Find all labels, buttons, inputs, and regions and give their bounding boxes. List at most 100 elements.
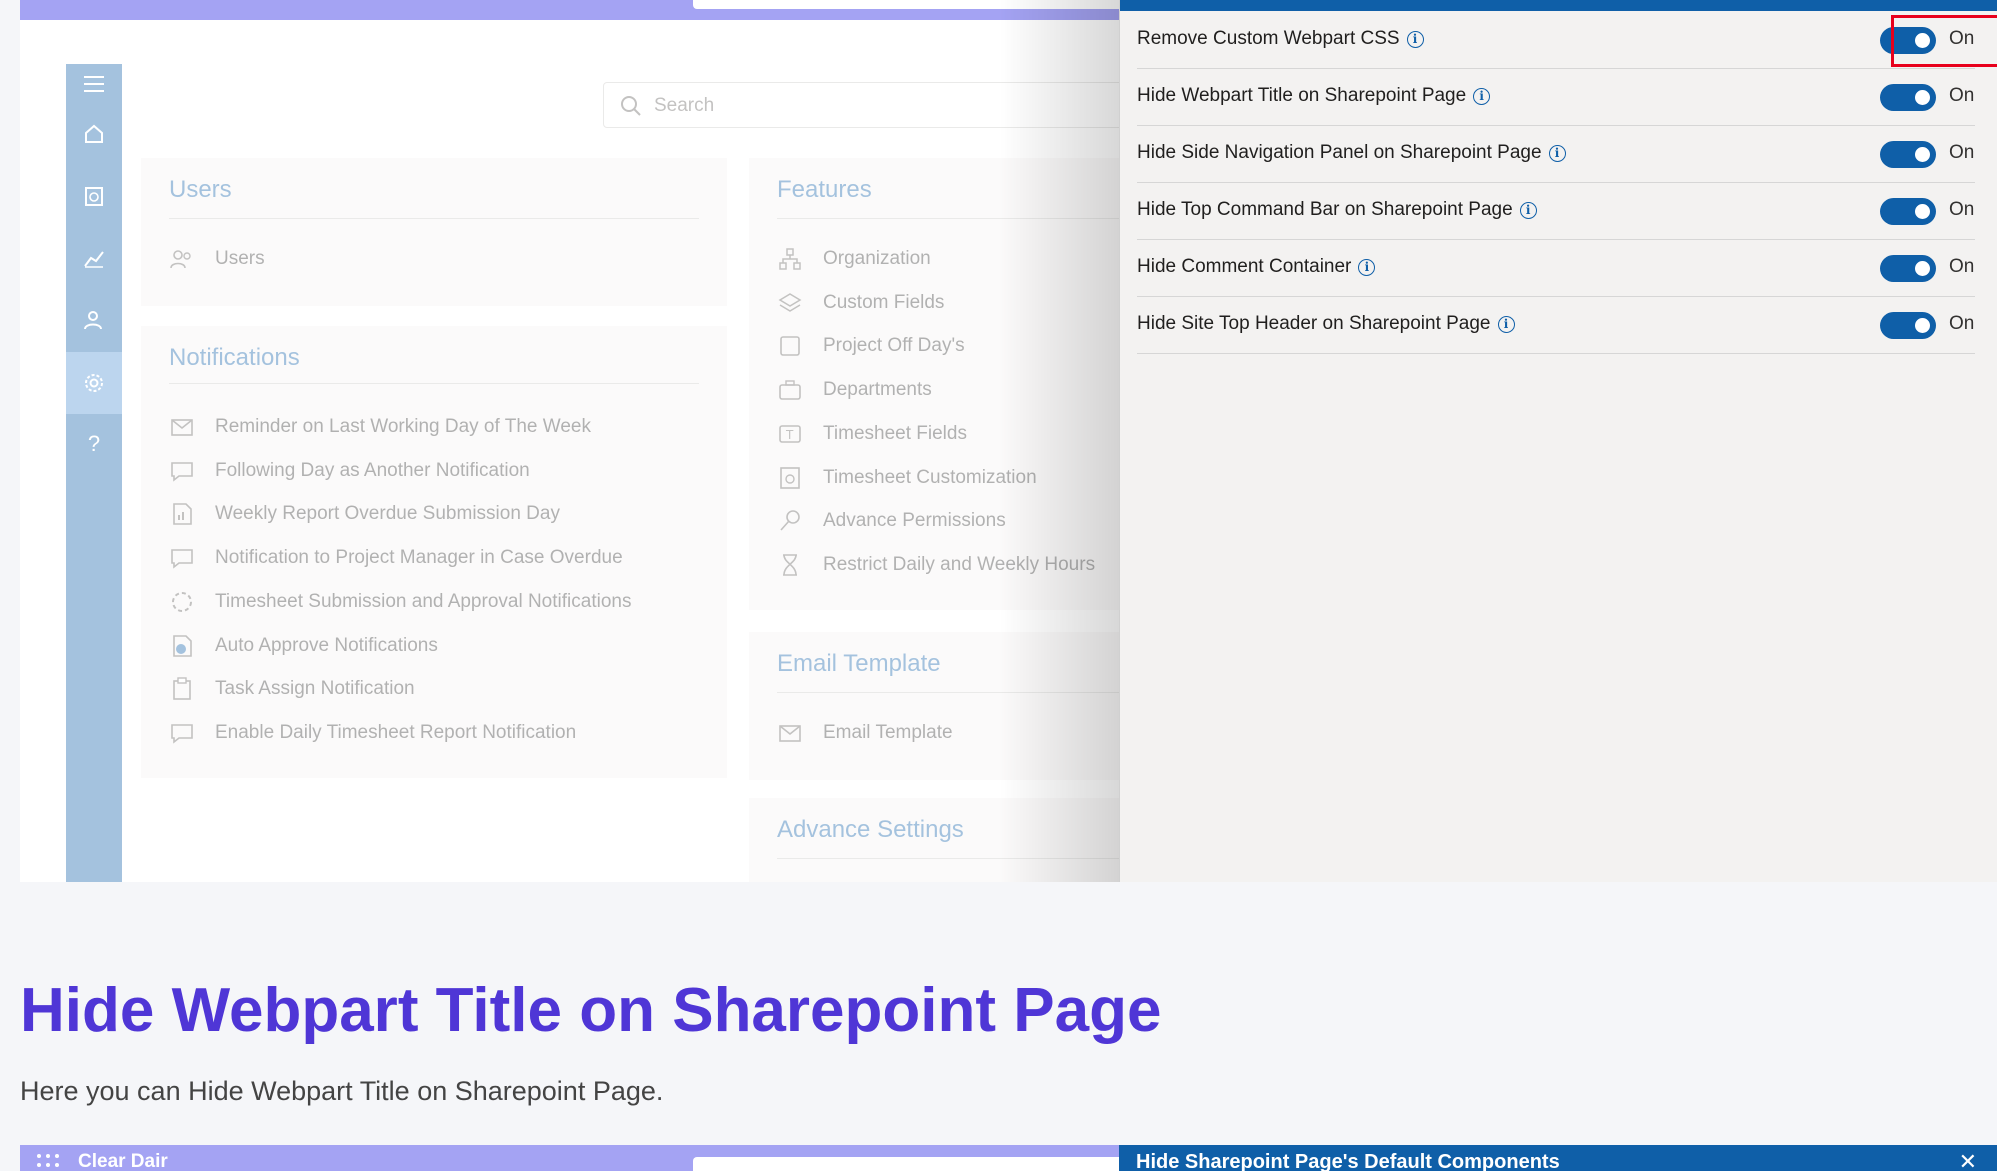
timesheet-icon xyxy=(777,465,803,491)
comment-icon xyxy=(169,545,195,571)
setting-label-text: Hide Side Navigation Panel on Sharepoint… xyxy=(1137,142,1542,163)
info-icon[interactable]: i xyxy=(1497,315,1515,333)
setting-label: Hide Side Navigation Panel on Sharepoint… xyxy=(1137,142,1566,164)
advance-card-title: Advance Settings xyxy=(777,816,964,843)
notification-item[interactable]: Enable Daily Timesheet Report Notificati… xyxy=(169,718,576,748)
briefcase-icon xyxy=(777,377,803,403)
comment-icon xyxy=(169,458,195,484)
feature-item[interactable]: Departments xyxy=(777,375,932,405)
setting-label-text: Remove Custom Webpart CSS xyxy=(1137,28,1400,49)
notification-label: Following Day as Another Notification xyxy=(215,460,530,481)
toggle-state: On xyxy=(1949,313,1975,334)
highlight-box xyxy=(1891,15,1997,67)
setting-row: Hide Side Navigation Panel on Sharepoint… xyxy=(1137,125,1975,183)
square-icon xyxy=(777,333,803,359)
notification-item[interactable]: Notification to Project Manager in Case … xyxy=(169,543,623,573)
feature-item[interactable]: Custom Fields xyxy=(777,288,944,318)
app-brand: Clear Dair xyxy=(78,1151,168,1171)
feature-item[interactable]: Organization xyxy=(777,244,931,274)
page-title: Hide Webpart Title on Sharepoint Page xyxy=(20,976,1162,1045)
feature-item[interactable]: Timesheet Customization xyxy=(777,463,1037,493)
mail-icon xyxy=(169,414,195,440)
notification-label: Enable Daily Timesheet Report Notificati… xyxy=(215,722,577,743)
progress-icon xyxy=(169,589,195,615)
email-card-title: Email Template xyxy=(777,650,941,677)
info-icon[interactable]: i xyxy=(1548,144,1566,162)
org-icon xyxy=(777,246,803,272)
notification-item[interactable]: Task Assign Notification xyxy=(169,674,415,704)
setting-label: Remove Custom Webpart CSS i xyxy=(1137,28,1424,50)
notifications-card: Notifications Reminder on Last Working D… xyxy=(141,326,727,778)
setting-row: Hide Webpart Title on Sharepoint Page i On xyxy=(1137,68,1975,126)
mail-icon xyxy=(777,720,803,746)
setting-toggle[interactable] xyxy=(1880,198,1936,225)
feature-label: Advance Permissions xyxy=(823,510,1006,531)
feature-label: Timesheet Fields xyxy=(823,423,967,444)
timesheet-icon[interactable] xyxy=(66,176,122,216)
screenshot-next: Clear Dair Hide Sharepoint Page's Defaul… xyxy=(20,1145,1997,1171)
feature-label: Departments xyxy=(823,379,932,400)
toggle-state: On xyxy=(1949,142,1975,163)
notification-item[interactable]: Auto Approve Notifications xyxy=(169,631,438,661)
setting-toggle[interactable] xyxy=(1880,312,1936,339)
feature-label: Custom Fields xyxy=(823,292,945,313)
features-card-title: Features xyxy=(777,176,872,203)
notification-item[interactable]: Reminder on Last Working Day of The Week xyxy=(169,412,591,442)
feature-label: Project Off Day's xyxy=(823,335,965,356)
panel-header: Hide Sharepoint Page's Default Component… xyxy=(1119,1145,1997,1171)
setting-toggle[interactable] xyxy=(1880,84,1936,111)
divider xyxy=(169,218,699,219)
setting-toggle[interactable] xyxy=(1880,141,1936,168)
toggle-knob xyxy=(1915,204,1930,219)
notification-item[interactable]: Weekly Report Overdue Submission Day xyxy=(169,499,560,529)
search-icon xyxy=(621,96,641,116)
settings-panel: Remove Custom Webpart CSS i On Hide Webpart… xyxy=(1119,0,1997,882)
info-icon[interactable]: i xyxy=(1406,30,1424,48)
setting-label-text: Hide Top Command Bar on Sharepoint Page xyxy=(1137,199,1513,220)
notification-label: Notification to Project Manager in Case … xyxy=(215,547,623,568)
setting-row: Hide Site Top Header on Sharepoint Page i… xyxy=(1137,296,1975,354)
info-icon[interactable]: i xyxy=(1358,258,1376,276)
setting-label: Hide Site Top Header on Sharepoint Page i xyxy=(1137,313,1515,335)
notification-item[interactable]: Timesheet Submission and Approval Notifi… xyxy=(169,587,631,617)
notification-label: Timesheet Submission and Approval Notifi… xyxy=(215,591,632,612)
setting-toggle[interactable] xyxy=(1880,255,1936,282)
notification-label: Reminder on Last Working Day of The Week xyxy=(215,416,591,437)
panel-header xyxy=(1120,0,1997,11)
left-sidebar: ? xyxy=(66,64,122,882)
chart-icon[interactable] xyxy=(66,238,122,278)
email-template-item[interactable]: Email Template xyxy=(777,718,953,748)
feature-item[interactable]: Advance Permissions xyxy=(777,506,1006,536)
svg-text:T: T xyxy=(785,428,794,442)
toggle-knob xyxy=(1915,147,1930,162)
toggle-knob xyxy=(1915,261,1930,276)
setting-label: Hide Webpart Title on Sharepoint Page i xyxy=(1137,85,1491,107)
user-settings-icon[interactable] xyxy=(66,300,122,340)
info-icon[interactable]: i xyxy=(1519,201,1537,219)
notifications-card-title: Notifications xyxy=(169,344,300,371)
setting-row: Hide Comment Container i On xyxy=(1137,239,1975,297)
hourglass-icon xyxy=(777,552,803,578)
feature-item[interactable]: Project Off Day's xyxy=(777,331,965,361)
gear-icon[interactable] xyxy=(66,352,122,414)
key-icon xyxy=(777,508,803,534)
screenshot-settings: ? Search Users Users Notifications Remin… xyxy=(20,0,1997,882)
feature-item[interactable]: T Timesheet Fields xyxy=(777,419,967,449)
close-icon[interactable]: ✕ xyxy=(1959,1149,1977,1171)
home-icon[interactable] xyxy=(66,114,122,154)
setting-row: Remove Custom Webpart CSS i On xyxy=(1137,11,1975,69)
email-template-label: Email Template xyxy=(823,722,953,743)
notification-item[interactable]: Following Day as Another Notification xyxy=(169,456,530,486)
panel-title: Hide Sharepoint Page's Default Component… xyxy=(1136,1151,1560,1171)
text-field-icon: T xyxy=(777,421,803,447)
search-input[interactable] xyxy=(693,1157,1123,1171)
hamburger-icon[interactable] xyxy=(66,64,122,104)
users-item[interactable]: Users xyxy=(169,244,265,274)
layers-icon xyxy=(777,290,803,316)
toggle-knob xyxy=(1915,90,1930,105)
page-description: Here you can Hide Webpart Title on Share… xyxy=(20,1076,664,1106)
search-placeholder: Search xyxy=(654,95,715,116)
info-icon[interactable]: i xyxy=(1473,87,1491,105)
divider xyxy=(169,383,699,384)
help-icon[interactable]: ? xyxy=(66,424,122,464)
